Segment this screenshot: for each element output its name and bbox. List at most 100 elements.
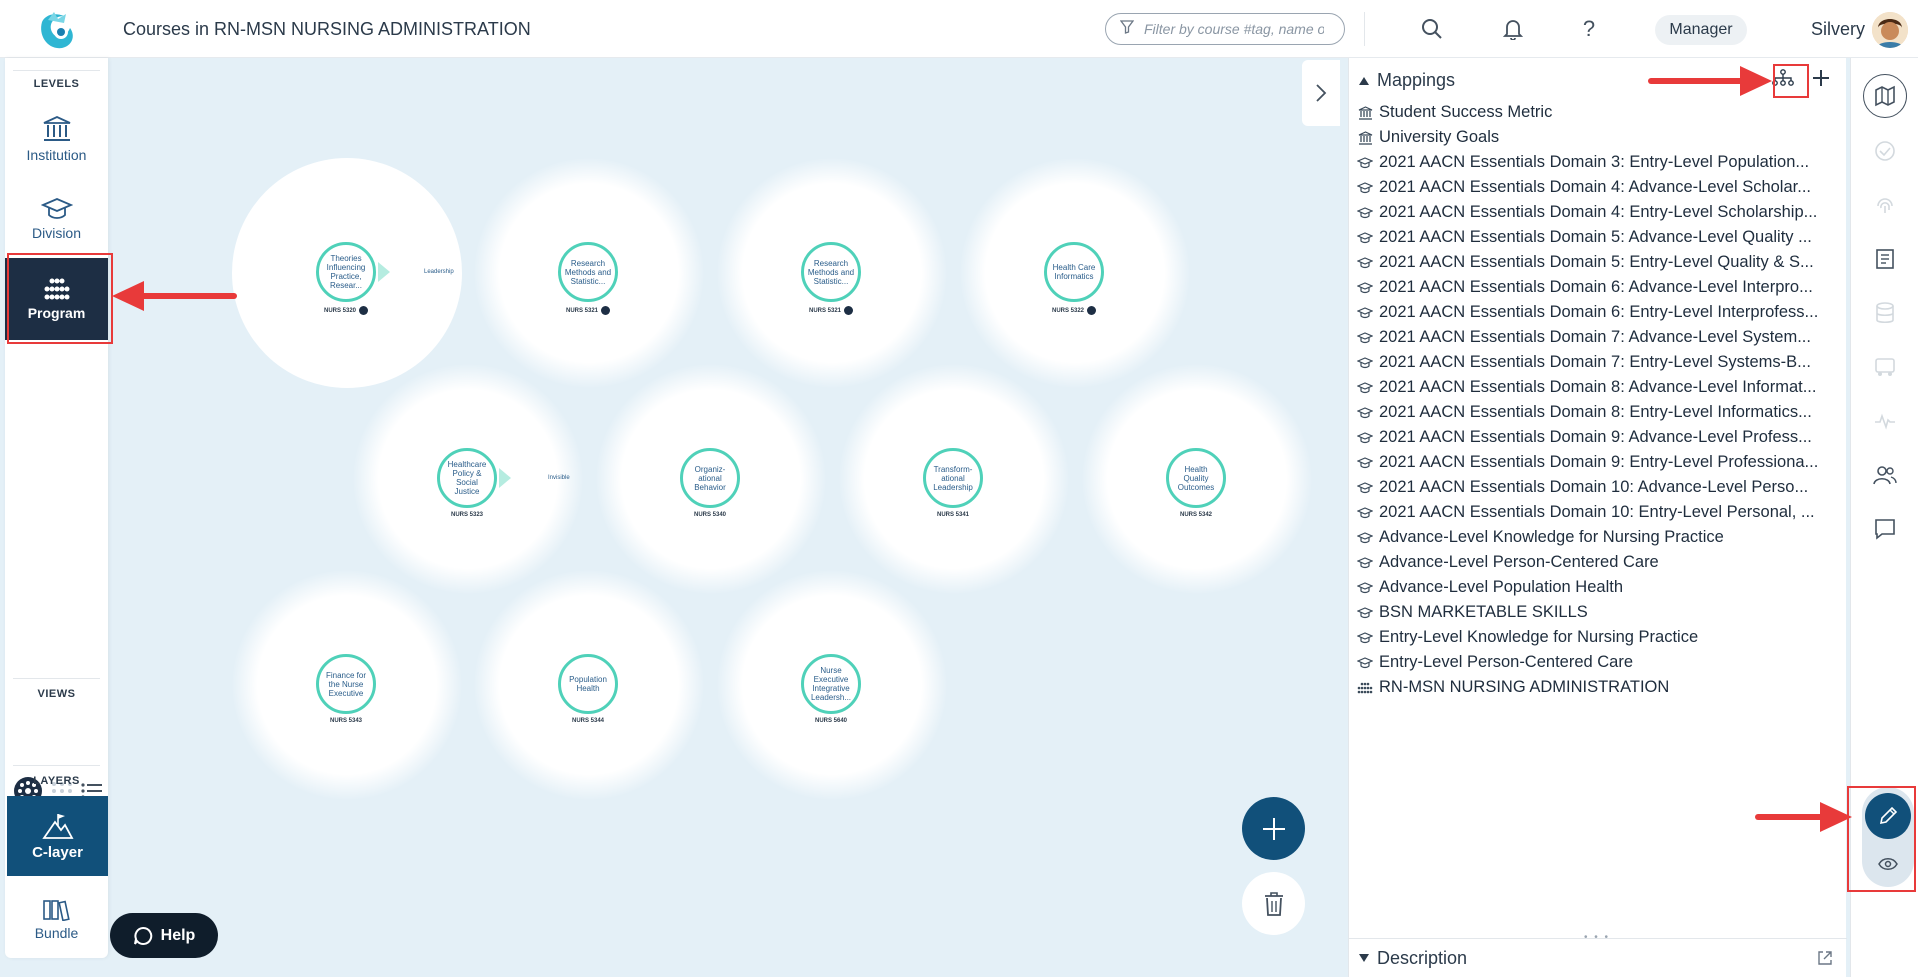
- mapping-item[interactable]: 2021 AACN Essentials Domain 9: Advance-L…: [1357, 425, 1845, 450]
- graduation-cap-icon: [1357, 406, 1373, 419]
- avatar[interactable]: [1872, 12, 1908, 48]
- level-division[interactable]: Division: [5, 184, 108, 254]
- course-title: Finance for the Nurse Executive: [316, 654, 376, 714]
- pulse-icon[interactable]: [1866, 402, 1904, 440]
- add-course-button[interactable]: [1242, 797, 1305, 860]
- course-code: NURS 5322: [1051, 307, 1084, 314]
- users-icon[interactable]: [1866, 456, 1904, 494]
- mapping-item[interactable]: 2021 AACN Essentials Domain 10: Advance-…: [1357, 475, 1845, 500]
- filter-input[interactable]: [1144, 21, 1324, 37]
- graduation-cap-icon: [1357, 606, 1373, 619]
- mapping-item[interactable]: BSN MARKETABLE SKILLS: [1357, 600, 1845, 625]
- course-node[interactable]: Nurse Executive Integrative Leadersh... …: [801, 654, 861, 724]
- expand-arrow-icon[interactable]: [499, 468, 513, 488]
- link-label[interactable]: Invisible: [548, 475, 570, 481]
- map-icon[interactable]: [1863, 74, 1907, 118]
- mapping-label: 2021 AACN Essentials Domain 8: Advance-L…: [1379, 378, 1817, 396]
- caret-down-icon: [1359, 954, 1369, 962]
- external-link-icon[interactable]: [1817, 950, 1833, 971]
- mapping-item[interactable]: 2021 AACN Essentials Domain 5: Entry-Lev…: [1357, 250, 1845, 275]
- mapping-item[interactable]: 2021 AACN Essentials Domain 8: Entry-Lev…: [1357, 400, 1845, 425]
- comment-icon[interactable]: [1866, 510, 1904, 548]
- mapping-label: 2021 AACN Essentials Domain 3: Entry-Lev…: [1379, 153, 1810, 171]
- role-badge[interactable]: Manager: [1655, 15, 1747, 45]
- course-node[interactable]: Theories Influencing Practice, Resear...…: [316, 242, 376, 315]
- graduation-cap-icon: [1357, 181, 1373, 194]
- badge-dot: [1087, 306, 1096, 315]
- badge-dot: [844, 306, 853, 315]
- course-node[interactable]: Finance for the Nurse Executive NURS 534…: [316, 654, 376, 724]
- mountain-flag-icon: [41, 813, 74, 839]
- app-logo[interactable]: [34, 10, 78, 54]
- layer-bundle[interactable]: Bundle: [5, 890, 108, 950]
- delete-button[interactable]: [1242, 872, 1305, 935]
- document-icon[interactable]: [1866, 240, 1904, 278]
- caret-up-icon: [1359, 76, 1369, 85]
- graduation-cap-icon: [40, 198, 73, 219]
- mapping-item[interactable]: 2021 AACN Essentials Domain 5: Advance-L…: [1357, 225, 1845, 250]
- sidebar-divider: [13, 70, 100, 71]
- link-label[interactable]: Leadership: [424, 269, 454, 275]
- course-node[interactable]: Transform-ational Leadership NURS 5341: [923, 448, 983, 518]
- collapse-panel-button[interactable]: [1302, 60, 1340, 126]
- mappings-title: Mappings: [1377, 70, 1456, 90]
- mapping-item[interactable]: University Goals: [1357, 125, 1845, 150]
- sidebar-divider: [13, 765, 100, 766]
- mapping-item[interactable]: 2021 AACN Essentials Domain 6: Entry-Lev…: [1357, 300, 1845, 325]
- graduation-cap-icon: [1357, 331, 1373, 344]
- mapping-item[interactable]: 2021 AACN Essentials Domain 6: Advance-L…: [1357, 275, 1845, 300]
- mapping-item[interactable]: 2021 AACN Essentials Domain 10: Entry-Le…: [1357, 500, 1845, 525]
- course-node[interactable]: Health Care Informatics NURS 5322: [1044, 242, 1104, 315]
- mapping-item[interactable]: 2021 AACN Essentials Domain 8: Advance-L…: [1357, 375, 1845, 400]
- course-node[interactable]: Research Methods and Statistic... NURS 5…: [801, 242, 861, 315]
- database-icon[interactable]: [1866, 294, 1904, 332]
- mapping-item[interactable]: Entry-Level Person-Centered Care: [1357, 650, 1845, 675]
- course-filter[interactable]: [1105, 13, 1345, 45]
- fingerprint-icon[interactable]: [1866, 186, 1904, 224]
- graduation-cap-icon: [1357, 456, 1373, 469]
- mapping-item[interactable]: 2021 AACN Essentials Domain 4: Advance-L…: [1357, 175, 1845, 200]
- course-node[interactable]: Health Quality Outcomes NURS 5342: [1166, 448, 1226, 518]
- help-question-icon[interactable]: ?: [1576, 16, 1602, 42]
- mapping-item[interactable]: RN-MSN NURSING ADMINISTRATION: [1357, 675, 1845, 700]
- mappings-header[interactable]: Mappings: [1359, 70, 1455, 91]
- mapping-item[interactable]: 2021 AACN Essentials Domain 4: Entry-Lev…: [1357, 200, 1845, 225]
- annotation-arrow-head: [112, 281, 144, 311]
- mapping-item[interactable]: Advance-Level Person-Centered Care: [1357, 550, 1845, 575]
- mapping-item[interactable]: Student Success Metric: [1357, 100, 1845, 125]
- course-node[interactable]: Organiz-ational Behavior NURS 5340: [680, 448, 740, 518]
- check-circle-icon[interactable]: [1866, 132, 1904, 170]
- bell-icon[interactable]: [1500, 16, 1526, 42]
- mappings-panel: Mappings Student Success Metric Universit…: [1348, 58, 1847, 977]
- graduation-cap-icon: [1357, 231, 1373, 244]
- bus-icon[interactable]: [1866, 348, 1904, 386]
- layer-c-layer[interactable]: C-layer: [7, 796, 108, 876]
- graduation-cap-icon: [1357, 206, 1373, 219]
- toolbar-divider: [1364, 12, 1365, 46]
- course-title: Organiz-ational Behavior: [680, 448, 740, 508]
- course-title: Research Methods and Statistic...: [801, 242, 861, 302]
- mapping-item[interactable]: 2021 AACN Essentials Domain 7: Advance-L…: [1357, 325, 1845, 350]
- search-icon[interactable]: [1419, 16, 1445, 42]
- description-header[interactable]: Description: [1349, 938, 1847, 977]
- mapping-item[interactable]: Advance-Level Knowledge for Nursing Prac…: [1357, 525, 1845, 550]
- mapping-item[interactable]: 2021 AACN Essentials Domain 7: Entry-Lev…: [1357, 350, 1845, 375]
- graduation-cap-icon: [1357, 281, 1373, 294]
- course-code: NURS 5342: [1179, 512, 1212, 518]
- course-node[interactable]: Research Methods and Statistic... NURS 5…: [558, 242, 618, 315]
- mapping-label: 2021 AACN Essentials Domain 9: Entry-Lev…: [1379, 453, 1819, 471]
- mapping-label: Entry-Level Person-Centered Care: [1379, 653, 1634, 671]
- course-title: Population Health: [558, 654, 618, 714]
- level-institution[interactable]: Institution: [5, 104, 108, 174]
- user-name[interactable]: Silvery: [1811, 19, 1865, 40]
- mapping-item[interactable]: Advance-Level Population Health: [1357, 575, 1845, 600]
- expand-arrow-icon[interactable]: [378, 262, 392, 282]
- mapping-label: University Goals: [1379, 128, 1500, 146]
- course-node[interactable]: Healthcare Policy & Social Justice NURS …: [437, 448, 497, 518]
- add-mapping-icon[interactable]: [1809, 66, 1833, 90]
- course-canvas[interactable]: Theories Influencing Practice, Resear...…: [108, 58, 1340, 977]
- mapping-item[interactable]: 2021 AACN Essentials Domain 9: Entry-Lev…: [1357, 450, 1845, 475]
- mapping-item[interactable]: Entry-Level Knowledge for Nursing Practi…: [1357, 625, 1845, 650]
- course-node[interactable]: Population Health NURS 5344: [558, 654, 618, 724]
- mapping-item[interactable]: 2021 AACN Essentials Domain 3: Entry-Lev…: [1357, 150, 1845, 175]
